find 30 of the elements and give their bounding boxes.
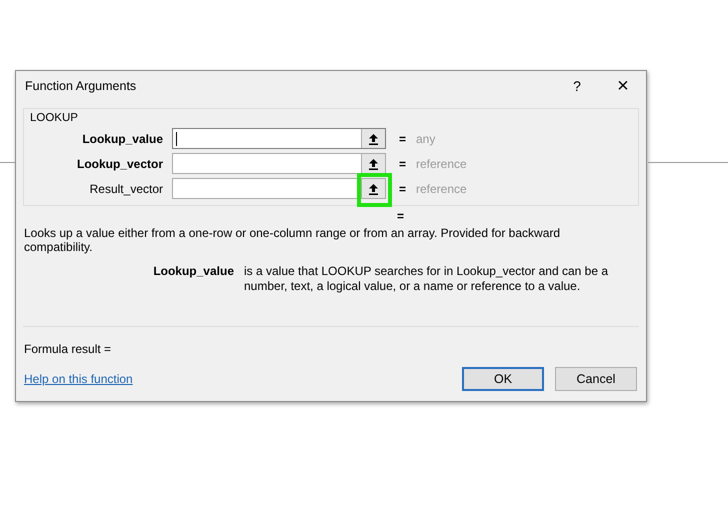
argument-input[interactable] (172, 153, 386, 174)
argument-value-hint: reference (416, 182, 467, 196)
help-button[interactable]: ? (566, 78, 588, 94)
argument-label: Result_vector (88, 182, 163, 196)
collapse-dialog-button[interactable] (361, 129, 385, 148)
collapse-dialog-button[interactable] (361, 179, 385, 198)
equals-sign: = (399, 182, 408, 196)
upload-arrow-icon (368, 182, 379, 194)
equals-sign: = (397, 209, 404, 223)
upload-arrow-icon (368, 132, 379, 144)
equals-sign: = (399, 132, 408, 146)
upload-arrow-icon (368, 158, 379, 170)
argument-label: Lookup_value (81, 132, 163, 146)
argument-description: is a value that LOOKUP searches for in Lookup_vector and can be a number, text, a logical value, or a name or reference to a value. (244, 264, 609, 294)
argument-label: Lookup_vector (76, 156, 163, 170)
window-title: Function Arguments (25, 79, 138, 93)
argument-input[interactable] (172, 128, 386, 149)
dialog-button[interactable]: OK (462, 367, 544, 391)
close-button[interactable]: × (608, 71, 638, 101)
collapse-dialog-button[interactable] (361, 154, 385, 173)
equals-sign: = (399, 156, 408, 170)
formula-result: Formula result = (24, 342, 112, 356)
dialog-button[interactable]: Cancel (555, 367, 637, 391)
argument-value-hint: reference (416, 156, 467, 170)
argument-value-hint: any (416, 132, 436, 146)
help-link[interactable]: Help on this function (24, 372, 133, 386)
argument-input[interactable] (172, 178, 386, 199)
argument-name: Lookup_value (152, 264, 235, 280)
function-name: LOOKUP (30, 112, 79, 124)
function-description: Looks up a value either from a one-row or one-column range or from an array. Provided for backward compatibility. (24, 226, 562, 254)
